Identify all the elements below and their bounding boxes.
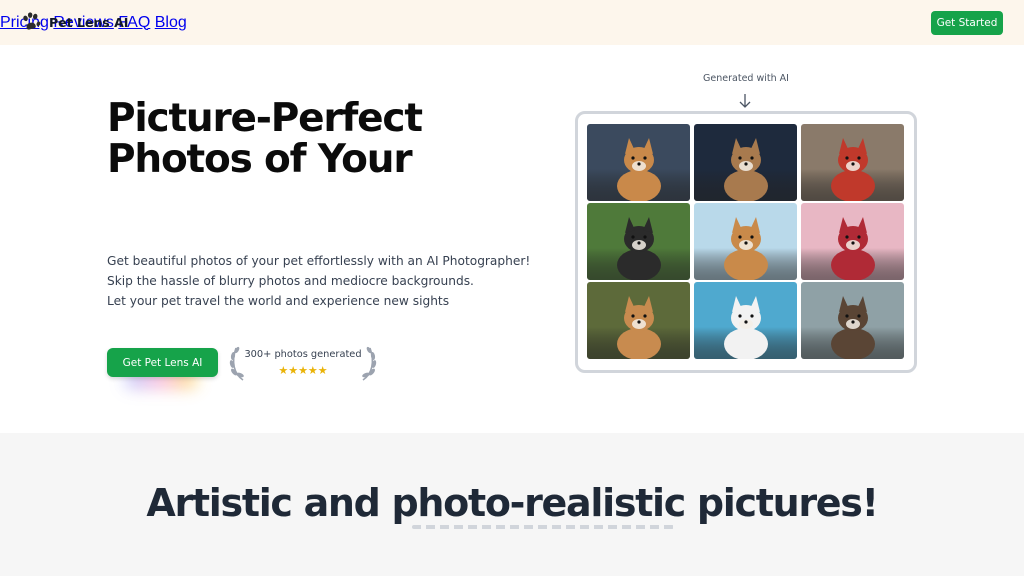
photos-generated-text: 300+ photos generated <box>244 349 362 360</box>
site-header: Pet Lens AI Pricing Reviews FAQ Blog Get… <box>0 0 1024 45</box>
hero-description-line: Get beautiful photos of your pet effortl… <box>107 254 531 268</box>
gallery-image-shiba-kimono <box>801 203 904 280</box>
brand-logo[interactable]: Pet Lens AI <box>21 11 128 33</box>
social-proof: 300+ photos generated ★★★★★ <box>228 344 378 382</box>
dashed-underline <box>412 525 674 529</box>
hero-title: Picture-Perfect Photos of Your <box>107 96 423 182</box>
hero-description-line: Let your pet travel the world and experi… <box>107 294 450 308</box>
hero-title-line: Picture-Perfect <box>107 96 423 141</box>
gallery-frame <box>575 111 917 373</box>
nav-blog[interactable]: Blog <box>155 14 187 31</box>
brand-name: Pet Lens AI <box>49 14 129 30</box>
hero-description: Get beautiful photos of your pet effortl… <box>107 251 530 311</box>
section-title: Artistic and photo-realistic pictures! <box>146 481 879 525</box>
gallery-image-terrier-swimming <box>694 282 797 359</box>
hero-title-line: Photos of Your <box>107 137 413 182</box>
gallery-image-boston-terrier-sweater <box>801 124 904 201</box>
gallery-label: Generated with AI <box>703 73 789 84</box>
arrow-down-icon <box>739 94 751 108</box>
paw-icon <box>23 12 41 30</box>
gallery-image-kitten-meadow <box>587 282 690 359</box>
hero-description-line: Skip the hassle of blurry photos and med… <box>107 274 474 288</box>
gallery-image-corgi-portrait <box>587 124 690 201</box>
gallery-image-husky-puppy-grass <box>587 203 690 280</box>
hero-cta: Get Pet Lens AI <box>107 348 218 388</box>
rating-stars-icon: ★★★★★ <box>278 365 328 377</box>
gallery-image-corgi-surfing <box>694 203 797 280</box>
gallery-image-cat-party-hat <box>694 124 797 201</box>
gallery-image-dog-manor <box>801 282 904 359</box>
get-started-button[interactable]: Get Started <box>931 11 1003 35</box>
get-pet-lens-button[interactable]: Get Pet Lens AI <box>107 348 218 377</box>
laurel-right-icon <box>362 346 377 381</box>
